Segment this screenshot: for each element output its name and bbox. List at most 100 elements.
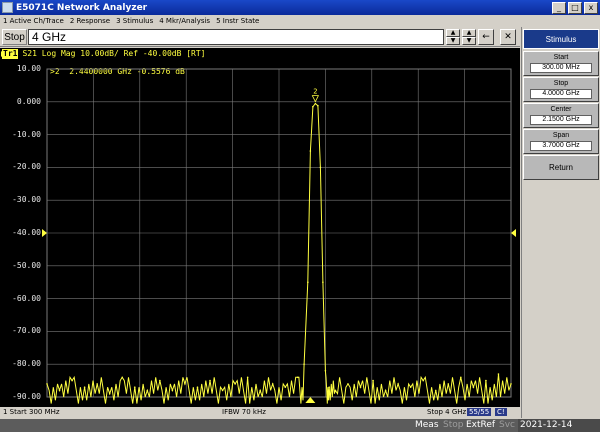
menu-response[interactable]: 2 Response (70, 17, 110, 25)
trace-point (317, 104, 319, 107)
status-stop: Stop (443, 420, 464, 430)
trace-point (312, 105, 314, 108)
trace-point (121, 376, 124, 379)
trace-point (297, 376, 299, 379)
marker-icon[interactable] (311, 95, 320, 103)
trace-point (328, 386, 330, 388)
trace-point (307, 281, 309, 283)
trace-point (309, 150, 312, 152)
analyzer-window: E5071C Network Analyzer _ □ x 1 Active C… (0, 0, 600, 432)
trace-indicator-icon (1, 51, 5, 57)
trace-point (284, 386, 287, 388)
softkey-center-label: Center (550, 106, 572, 113)
softkey-span-value: 3.7000 GHz (530, 141, 592, 151)
trace-point (510, 383, 512, 385)
trace-point (497, 373, 500, 375)
softkey-center[interactable]: Center 2.1500 GHz (523, 103, 599, 128)
trace-point (146, 389, 149, 392)
trace-point (209, 379, 211, 382)
ifbw-label: IFBW 70 kHz (222, 408, 266, 416)
trace-point (259, 389, 261, 392)
trace-point (159, 379, 161, 382)
entry-label: Stop (2, 29, 27, 45)
trace-point (184, 383, 186, 385)
channel-status-bar: 1 Start 300 MHz IFBW 70 kHz Stop 4 GHz 5… (0, 407, 520, 418)
close-button[interactable]: x (584, 1, 598, 14)
softkey-stop-value: 4.0000 GHz (530, 89, 592, 99)
stimulus-arrow-icon (305, 397, 316, 403)
trace-point (397, 383, 399, 385)
menu-instr-state[interactable]: 5 Instr State (216, 17, 259, 25)
trace-plot[interactable]: 2 (0, 48, 520, 407)
trace-point (271, 383, 274, 385)
trace-point (314, 102, 317, 105)
status-extref: ExtRef (466, 420, 496, 430)
trace-point (334, 389, 337, 392)
softkey-start[interactable]: Start 300.00 MHz (523, 51, 599, 76)
softkey-start-value: 300.00 MHz (530, 63, 592, 73)
softkey-stop[interactable]: Stop 4.0000 GHz (523, 77, 599, 102)
trace-point (108, 392, 111, 395)
trace-point (171, 389, 174, 392)
trace-point (422, 379, 425, 382)
softkey-stop-label: Stop (553, 80, 569, 87)
menu-stimulus[interactable]: 3 Stimulus (116, 17, 153, 25)
minimize-button[interactable]: _ (552, 1, 566, 14)
start-frequency-label: 1 Start 300 MHz (3, 408, 60, 416)
entry-bar: Stop 4 GHz ▲ ▼ ▲ ▼ ← ✕ (0, 27, 520, 47)
trace-point (96, 383, 98, 385)
trace-point (133, 386, 136, 388)
trace-point (434, 389, 437, 392)
points-badge: 55/55 (467, 408, 492, 416)
softkey-span-label: Span (552, 132, 570, 139)
trace-point (221, 389, 224, 392)
softkey-span[interactable]: Span 3.7000 GHz (523, 129, 599, 154)
trace-point (384, 389, 387, 392)
maximize-button[interactable]: □ (568, 1, 582, 14)
trace-point (359, 386, 362, 388)
trace-point (83, 386, 86, 388)
correction-badge: C! (495, 408, 507, 416)
menu-bar: 1 Active Ch/Trace 2 Response 3 Stimulus … (0, 15, 600, 27)
app-icon (2, 2, 13, 13)
trace-point (409, 386, 412, 388)
entry-close-icon[interactable]: ✕ (500, 29, 516, 45)
instrument-status-bar: Meas Stop ExtRef Svc 2021-12-14 06:25 (0, 419, 600, 432)
entry-value-field[interactable]: 4 GHz (28, 29, 444, 45)
reference-left-arrow-icon (42, 229, 47, 237)
trace-point (485, 379, 487, 382)
softkey-panel: Stimulus Start 300.00 MHz Stop 4.0000 GH… (521, 27, 600, 418)
increment-arrow-icon[interactable]: ▲ (446, 29, 460, 37)
trace-point (447, 383, 450, 385)
trace-point (324, 369, 327, 372)
trace-point (347, 383, 349, 385)
trace-point (46, 383, 48, 385)
back-arrow-icon[interactable]: ← (478, 29, 494, 45)
trace-point (303, 363, 305, 366)
trace-point (71, 379, 73, 382)
stop-frequency-label: Stop 4 GHz (427, 408, 467, 416)
channel-window: Tr1 S21 Log Mag 10.00dB/ Ref -40.00dB [R… (0, 48, 520, 418)
softkey-start-label: Start (553, 54, 569, 61)
status-datetime: 2021-12-14 06:25 (518, 419, 600, 432)
trace-point (319, 166, 322, 169)
marker-label: 2 (313, 88, 317, 96)
reference-right-arrow-icon (511, 229, 516, 237)
status-svc: Svc (499, 420, 515, 430)
window-title: E5071C Network Analyzer (16, 2, 148, 13)
menu-active-ch-trace[interactable]: 1 Active Ch/Trace (3, 17, 64, 25)
step-down-arrow-icon[interactable]: ▼ (462, 37, 476, 45)
trace-point (234, 383, 236, 385)
trace-point (472, 386, 475, 388)
decrement-arrow-icon[interactable]: ▼ (446, 37, 460, 45)
softkey-return[interactable]: Return (523, 155, 599, 180)
softkey-center-value: 2.1500 GHz (530, 115, 592, 125)
trace-point (460, 376, 462, 379)
title-bar: E5071C Network Analyzer _ □ x (0, 0, 600, 15)
softkey-menu-title: Stimulus (523, 29, 599, 49)
status-meas: Meas (415, 420, 439, 430)
step-up-arrow-icon[interactable]: ▲ (462, 29, 476, 37)
trace-point (246, 376, 249, 379)
menu-mkr-analysis[interactable]: 4 Mkr/Analysis (159, 17, 210, 25)
trace-point (58, 389, 61, 392)
